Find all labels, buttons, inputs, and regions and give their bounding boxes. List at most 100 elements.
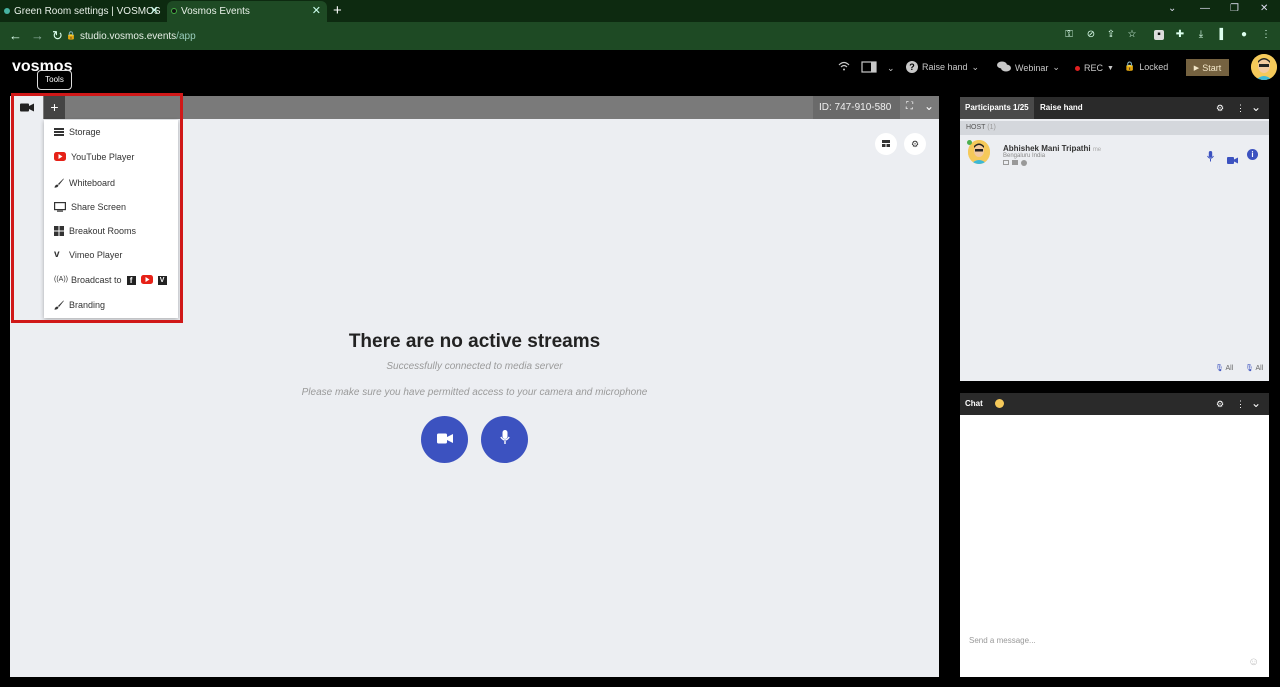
monitor-icon: [1003, 160, 1009, 165]
fullscreen-icon[interactable]: ⛶: [906, 101, 913, 112]
download-icon[interactable]: ⤓: [1196, 30, 1206, 40]
webinar-label: Webinar: [1015, 62, 1049, 73]
layout-dropdown[interactable]: ⌄: [861, 61, 895, 75]
profile-icon[interactable]: ●: [1239, 30, 1249, 40]
highlight-frame: [11, 93, 183, 323]
grid-layout-button[interactable]: [875, 133, 897, 155]
user-avatar[interactable]: [1251, 54, 1277, 80]
microphone-toggle-button[interactable]: [481, 416, 528, 463]
participant-mic-icon[interactable]: [1207, 149, 1214, 167]
participant-camera-icon[interactable]: [1227, 151, 1238, 169]
browser-tab-bar: Green Room settings | VOSMOS ✕ Vosmos Ev…: [0, 0, 1280, 22]
microphone-icon: 🎙: [1215, 365, 1224, 372]
host-label: HOST: [966, 124, 986, 131]
camera-toggle-button[interactable]: [421, 416, 468, 463]
app-top-bar: vosmos ⌄ ? Raise hand ⌄ Webinar ⌄ REC ▼ …: [0, 50, 1280, 94]
unmute-all-label: All: [1255, 365, 1264, 372]
mute-all-button[interactable]: 🎙 All: [1215, 364, 1233, 372]
host-count: (1): [987, 124, 996, 131]
bookmark-star-icon[interactable]: ☆: [1127, 30, 1137, 40]
emoji-icon[interactable]: ☺: [1248, 656, 1259, 668]
participant-name-text: Abhishek Mani Tripathi: [1003, 144, 1091, 153]
camera-blocked-icon[interactable]: ⊘: [1086, 30, 1096, 40]
tab-search-icon[interactable]: ⌄: [1168, 3, 1176, 14]
chevron-down-icon[interactable]: ⌄: [924, 99, 934, 113]
rec-dropdown[interactable]: REC ▼: [1075, 63, 1114, 73]
record-dot-icon: [1075, 65, 1080, 71]
address-bar: ← → ↻ 🔒 studio.vosmos.events/app ⚿ ⊘ ⇪ ☆…: [0, 22, 1280, 50]
close-window-icon[interactable]: ✕: [1260, 3, 1268, 14]
grid-layout-icon: [882, 139, 890, 149]
caret-down-icon: ▼: [1107, 64, 1114, 72]
mute-all-label: All: [1225, 365, 1234, 372]
participant-device-icons: [1003, 160, 1027, 166]
gear-icon[interactable]: ⚙: [1216, 103, 1224, 114]
favicon-icon: [4, 8, 10, 14]
lock-icon[interactable]: 🔒: [66, 31, 76, 41]
participants-panel: Participants 1/25 Raise hand ⚙ ⋮ ⌄ HOST …: [960, 97, 1269, 381]
play-icon: ▶: [1193, 64, 1200, 72]
key-icon[interactable]: ⚿: [1064, 30, 1074, 40]
chevron-down-icon[interactable]: ⌄: [1251, 396, 1261, 410]
wifi-icon: [838, 61, 850, 73]
layout-icon: [861, 61, 877, 75]
new-tab-button[interactable]: +: [333, 2, 342, 19]
online-status-dot: [967, 140, 972, 145]
chevron-down-icon: ⌄: [887, 62, 895, 73]
gear-icon[interactable]: ⚙: [1216, 399, 1224, 410]
start-label: Start: [1202, 62, 1222, 73]
raise-hand-dropdown[interactable]: ? Raise hand ⌄: [906, 61, 979, 73]
participant-info-icon[interactable]: i: [1247, 149, 1258, 160]
participants-header: Participants 1/25 Raise hand ⚙ ⋮ ⌄: [960, 97, 1269, 119]
start-button[interactable]: ▶ Start: [1186, 59, 1229, 76]
chat-panel: Chat ⚙ ⋮ ⌄ Send a message... ☺: [960, 393, 1269, 677]
rec-label: REC: [1084, 63, 1104, 73]
lock-toggle[interactable]: 🔒 Locked: [1124, 61, 1168, 72]
padlock-icon: 🔒: [1124, 61, 1136, 71]
chat-message-input[interactable]: Send a message...: [960, 627, 1269, 654]
chrome-icon: [1021, 160, 1027, 166]
reload-icon[interactable]: ↻: [52, 28, 63, 44]
forward-icon[interactable]: →: [31, 28, 44, 43]
browser-tab-green-room[interactable]: Green Room settings | VOSMOS ✕: [0, 1, 165, 22]
back-icon[interactable]: ←: [9, 28, 22, 43]
minimize-icon[interactable]: —: [1200, 3, 1210, 14]
unmute-all-button[interactable]: 🎙 All: [1245, 364, 1263, 372]
participant-me-tag: me: [1092, 147, 1102, 153]
extension-icon[interactable]: ▪: [1154, 30, 1164, 40]
url-host: studio.vosmos.events: [80, 31, 177, 42]
chevron-down-icon: ⌄: [1052, 62, 1060, 72]
maximize-icon[interactable]: ❐: [1230, 3, 1239, 14]
more-vertical-icon[interactable]: ⋮: [1236, 103, 1245, 114]
locked-label: Locked: [1139, 61, 1169, 72]
help-circle-icon: ?: [906, 61, 918, 73]
chat-avatar: [995, 399, 1004, 408]
url-field[interactable]: studio.vosmos.events/app: [80, 31, 196, 42]
host-section-header: HOST (1): [960, 121, 1269, 135]
empty-state-subtitle: Successfully connected to media server: [386, 361, 563, 372]
chevron-down-icon: ⌄: [971, 61, 980, 72]
empty-state-title: There are no active streams: [348, 331, 601, 352]
chevron-down-icon[interactable]: ⌄: [1251, 100, 1261, 114]
close-tab-icon[interactable]: ✕: [312, 4, 321, 17]
puzzle-icon[interactable]: ✚: [1175, 30, 1185, 40]
tab-title: Green Room settings | VOSMOS: [14, 6, 161, 17]
microphone-icon: 🎙: [1245, 365, 1254, 372]
tab-participants[interactable]: Participants 1/25: [960, 97, 1034, 119]
microphone-icon: [499, 429, 510, 450]
share-icon[interactable]: ⇪: [1106, 30, 1116, 40]
tab-raise-hand[interactable]: Raise hand: [1035, 97, 1088, 119]
side-panel-icon[interactable]: ▌: [1218, 30, 1228, 40]
windows-icon: [1012, 160, 1018, 165]
chat-title: Chat: [965, 399, 983, 408]
browser-tab-vosmos-events[interactable]: Vosmos Events ✕: [167, 1, 327, 22]
network-status[interactable]: [838, 61, 850, 73]
webinar-dropdown[interactable]: Webinar ⌄: [997, 61, 1060, 74]
empty-state-hint: Please make sure you have permitted acce…: [301, 387, 648, 398]
menu-dots-icon[interactable]: ⋮: [1261, 30, 1271, 40]
participant-location: Bengaluru India: [1003, 153, 1046, 159]
stage-settings-button[interactable]: ⚙: [904, 133, 926, 155]
close-tab-icon[interactable]: ✕: [150, 4, 159, 17]
participant-name: Abhishek Mani Tripathi me: [1003, 144, 1101, 153]
more-vertical-icon[interactable]: ⋮: [1236, 399, 1245, 410]
